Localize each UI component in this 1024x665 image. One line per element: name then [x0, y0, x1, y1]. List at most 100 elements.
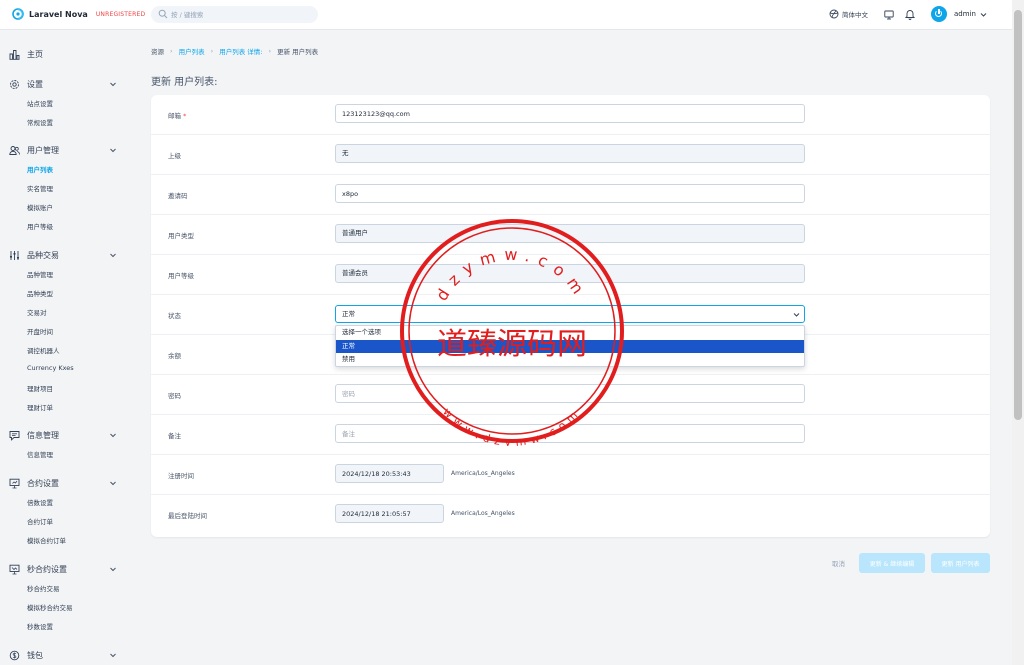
breadcrumb: 资源 › 用户列表 › 用户列表 详情: › 更新 用户列表: [151, 46, 324, 56]
sidebar-item-seconds-settings[interactable]: 秒数设置: [27, 621, 53, 631]
sidebar-item-control-robot[interactable]: 调控机器人: [27, 345, 60, 355]
form-row-user-type: 用户类型 普通用户: [151, 215, 990, 255]
user-type-label: 用户类型: [168, 232, 194, 240]
update-button[interactable]: 更新 用户列表: [931, 553, 990, 573]
form-row-invite: 邀请码: [151, 175, 990, 215]
top-bar: Laravel Nova UNREGISTERED 简体中文 admin: [0, 0, 1012, 30]
bell-icon[interactable]: [905, 9, 915, 20]
chevron-down-icon: [980, 12, 987, 17]
sidebar-item-product-types[interactable]: 品种类型: [27, 288, 53, 298]
update-continue-button[interactable]: 更新 & 继续编辑: [859, 553, 925, 573]
presentation-icon: [9, 478, 20, 488]
status-select[interactable]: 正常: [335, 305, 805, 323]
form-row-user-level: 用户等级 普通会员: [151, 255, 990, 295]
sidebar-item-second-trades[interactable]: 秒合约交易: [27, 583, 60, 593]
sidebar-label: 设置: [27, 79, 43, 89]
sidebar-item-wealth-projects[interactable]: 理财项目: [27, 383, 53, 393]
form-row-password: 密码: [151, 375, 990, 415]
sidebar-item-currency-kxes[interactable]: Currency Kxes: [27, 364, 74, 372]
sidebar-item-contract-orders[interactable]: 合约订单: [27, 516, 53, 526]
form-row-register-time: 注册时间 America/Los_Angeles: [151, 455, 990, 495]
status-selected-value: 正常: [342, 310, 355, 318]
user-type-field: 普通用户: [335, 224, 805, 243]
last-login-label: 最后登陆时间: [168, 512, 207, 520]
sidebar-section-trading[interactable]: 品种交易: [9, 248, 117, 262]
scrollbar-thumb[interactable]: [1014, 10, 1022, 420]
password-field[interactable]: [335, 384, 805, 403]
sidebar-item-demo-contract-orders[interactable]: 模拟合约订单: [27, 535, 66, 545]
remark-field[interactable]: [335, 424, 805, 443]
sidebar: 主页 设置 站点设置 常规设置 用户管理 用户列表 实名管理 模拟账户 用户等级…: [0, 30, 130, 665]
breadcrumb-user-detail[interactable]: 用户列表 详情:: [219, 46, 262, 56]
sidebar-section-settings[interactable]: 设置: [9, 77, 117, 91]
globe-icon: [829, 9, 839, 19]
password-label: 密码: [168, 392, 181, 400]
sidebar-section-users[interactable]: 用户管理: [9, 143, 117, 157]
register-time-field[interactable]: [335, 464, 444, 483]
sidebar-item-wealth-orders[interactable]: 理财订单: [27, 402, 53, 412]
email-label: 邮箱 *: [168, 112, 187, 120]
parent-label: 上级: [168, 152, 181, 160]
chevron-down-icon: [110, 433, 116, 438]
language-label: 简体中文: [842, 11, 868, 19]
sidebar-item-user-list[interactable]: 用户列表: [27, 164, 53, 174]
language-switcher[interactable]: 简体中文: [829, 9, 868, 19]
form-row-last-login: 最后登陆时间 America/Los_Angeles: [151, 495, 990, 535]
sidebar-item-user-levels[interactable]: 用户等级: [27, 221, 53, 231]
sidebar-section-second-contracts[interactable]: 秒合约设置: [9, 562, 117, 576]
gear-icon: [10, 79, 19, 89]
form-row-email: 邮箱 *: [151, 95, 990, 135]
sidebar-item-demo-second-trades[interactable]: 模拟秒合约交易: [27, 602, 73, 612]
form-row-parent: 上级 无: [151, 135, 990, 175]
chevron-down-icon: [110, 653, 116, 658]
breadcrumb-current: 更新 用户列表: [277, 48, 319, 56]
monitor-icon[interactable]: [884, 10, 894, 20]
sidebar-item-open-times[interactable]: 开盘时间: [27, 326, 53, 336]
user-menu[interactable]: admin: [931, 6, 987, 22]
global-search[interactable]: [151, 6, 318, 23]
breadcrumb-user-list[interactable]: 用户列表: [179, 46, 205, 56]
chevron-down-icon: [110, 148, 116, 153]
balance-label: 余额: [168, 352, 181, 360]
dollar-icon: [9, 650, 20, 660]
sidebar-section-contracts[interactable]: 合约设置: [9, 476, 117, 490]
timezone-label: America/Los_Angeles: [451, 510, 515, 517]
unregistered-badge: UNREGISTERED: [95, 10, 146, 18]
sidebar-section-wallet[interactable]: 钱包: [9, 648, 117, 662]
sidebar-item-general-settings[interactable]: 常规设置: [27, 117, 53, 127]
nova-logo-icon: [12, 8, 24, 20]
search-input[interactable]: [171, 8, 311, 21]
sliders-icon: [10, 250, 19, 260]
user-name: admin: [954, 10, 976, 18]
sidebar-label: 秒合约设置: [27, 564, 67, 574]
register-time-label: 注册时间: [168, 472, 194, 480]
sidebar-item-trading-pairs[interactable]: 交易对: [27, 307, 47, 317]
sidebar-item-home[interactable]: 主页: [9, 47, 117, 61]
invite-code-field[interactable]: [335, 184, 805, 203]
sidebar-item-multiplier-settings[interactable]: 倍数设置: [27, 497, 53, 507]
sidebar-item-product-manage[interactable]: 品种管理: [27, 269, 53, 279]
message-icon: [9, 430, 20, 441]
email-field[interactable]: [335, 104, 805, 123]
parent-field: 无: [335, 144, 805, 163]
status-option-normal[interactable]: 正常: [336, 339, 804, 353]
last-login-field[interactable]: [335, 504, 444, 523]
status-option-disabled[interactable]: 禁用: [336, 353, 804, 367]
breadcrumb-resources[interactable]: 资源: [151, 46, 164, 56]
sidebar-item-site-settings[interactable]: 站点设置: [27, 98, 53, 108]
cancel-button[interactable]: 取消: [832, 558, 845, 568]
page-title: 更新 用户列表:: [151, 77, 218, 88]
sidebar-section-messages[interactable]: 信息管理: [9, 428, 117, 442]
sidebar-label: 用户管理: [27, 145, 59, 155]
users-icon: [9, 145, 20, 155]
page-scrollbar[interactable]: [1012, 0, 1024, 665]
avatar: [931, 6, 947, 22]
breadcrumb-separator: ›: [268, 47, 272, 55]
sidebar-label: 钱包: [27, 650, 43, 660]
sidebar-item-demo-accounts[interactable]: 模拟账户: [27, 202, 53, 212]
status-label: 状态: [168, 312, 181, 320]
sidebar-item-real-name[interactable]: 实名管理: [27, 183, 53, 193]
brand[interactable]: Laravel Nova UNREGISTERED: [12, 8, 145, 20]
status-option-placeholder[interactable]: 选择一个选项: [336, 326, 804, 340]
sidebar-item-message-manage[interactable]: 信息管理: [27, 449, 53, 459]
